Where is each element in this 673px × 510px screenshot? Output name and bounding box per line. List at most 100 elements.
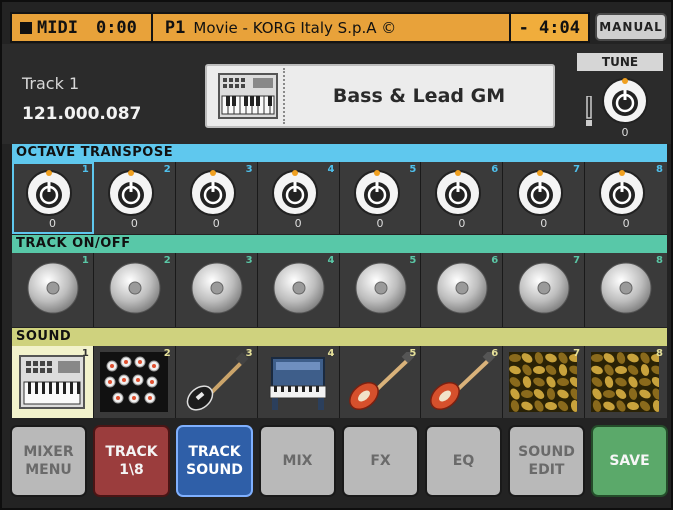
track-1-8-button[interactable]: TRACK 1\8 — [93, 425, 170, 497]
sound-slot-2[interactable]: 2 — [94, 346, 176, 418]
elapsed-time: 0:00 — [95, 17, 137, 38]
track-program-number: 121.000.087 — [22, 104, 142, 124]
channel-number: 4 — [327, 348, 335, 359]
octave-knob-cell-2[interactable]: 20 — [94, 162, 176, 234]
sound-slot-8[interactable]: 8 — [585, 346, 667, 418]
channel-number: 1 — [81, 164, 89, 175]
track-disc-icon — [436, 262, 488, 314]
track-disc-icon — [191, 262, 243, 314]
manual-button[interactable]: MANUAL — [595, 13, 667, 41]
track-toggle-6[interactable]: 6 — [421, 253, 504, 327]
sound-slot-6[interactable]: 6 — [421, 346, 504, 418]
octave-value: 0 — [48, 217, 56, 230]
track-toggle-4[interactable]: 4 — [258, 253, 340, 327]
channel-number: 5 — [409, 164, 417, 175]
electric-guitar-icon — [186, 352, 249, 411]
octave-transpose-row: 1020304050607080 — [12, 162, 667, 234]
mixer-menu-button[interactable]: MIXER MENU — [10, 425, 87, 497]
tune-label: TUNE — [577, 53, 663, 71]
mixer-screen: MIDI 0:00 P1 Movie - KORG Italy S.p.A © … — [0, 0, 673, 510]
sound-selector[interactable]: Bass & Lead GM — [205, 64, 555, 128]
song-title[interactable]: Movie - KORG Italy S.p.A © — [193, 19, 396, 37]
keyboard-icon — [213, 68, 285, 124]
octave-knob-cell-5[interactable]: 50 — [340, 162, 422, 234]
channel-number: 1 — [81, 255, 89, 266]
channel-number: 5 — [409, 255, 417, 266]
octave-knob-2[interactable] — [106, 168, 156, 218]
octave-knob-cell-3[interactable]: 30 — [176, 162, 258, 234]
sound-slot-1[interactable]: 1 — [12, 346, 94, 418]
octave-value: 0 — [212, 217, 220, 230]
track-toggle-8[interactable]: 8 — [585, 253, 667, 327]
channel-number: 2 — [163, 164, 171, 175]
sound-header: SOUND — [12, 328, 667, 346]
octave-knob-4[interactable] — [270, 168, 320, 218]
organ-icon — [269, 357, 327, 410]
track-sound-button[interactable]: TRACK SOUND — [176, 425, 253, 497]
octave-knob-6[interactable] — [433, 168, 483, 218]
track-toggle-7[interactable]: 7 — [503, 253, 586, 327]
tune-knob[interactable] — [600, 76, 650, 126]
save-button[interactable]: SAVE — [591, 425, 668, 497]
octave-transpose-header: OCTAVE TRANSPOSE — [12, 144, 667, 162]
sound-slot-3[interactable]: 3 — [176, 346, 258, 418]
sound-edit-button[interactable]: SOUND EDIT — [508, 425, 585, 497]
track-disc-icon — [355, 262, 406, 314]
octave-knob-1[interactable] — [24, 168, 74, 218]
bass-guitar-icon — [430, 352, 496, 411]
channel-number: 3 — [245, 348, 253, 359]
channel-number: 1 — [81, 348, 89, 359]
track-onoff-header: TRACK ON/OFF — [12, 235, 667, 253]
octave-value: 0 — [376, 217, 384, 230]
track-disc-icon — [273, 262, 325, 314]
channel-number: 5 — [409, 348, 417, 359]
octave-knob-cell-6[interactable]: 60 — [421, 162, 504, 234]
channel-number: 7 — [573, 255, 581, 266]
octave-value: 0 — [458, 217, 466, 230]
channel-number: 6 — [491, 348, 499, 359]
sound-slot-4[interactable]: 4 — [258, 346, 340, 418]
bass-guitar-icon — [348, 352, 414, 411]
bottom-button-bar: MIXER MENU TRACK 1\8 TRACK SOUND MIX FX EQ SOU… — [10, 425, 670, 501]
track-toggle-5[interactable]: 5 — [340, 253, 422, 327]
midi-indicator-icon — [20, 21, 32, 34]
pad-texture-icon — [509, 352, 578, 412]
channel-number: 7 — [573, 164, 581, 175]
eq-button[interactable]: EQ — [425, 425, 502, 497]
tune-meter-icon — [586, 96, 592, 126]
fx-button[interactable]: FX — [342, 425, 419, 497]
status-bar: MIDI 0:00 P1 Movie - KORG Italy S.p.A © … — [10, 12, 590, 43]
track-disc-icon — [518, 262, 570, 314]
channel-number: 2 — [163, 255, 171, 266]
octave-value: 0 — [622, 217, 630, 230]
octave-knob-8[interactable] — [597, 168, 647, 218]
sound-row: 1 2 3 4 5 6 7 8 — [12, 346, 667, 418]
channel-number: 6 — [491, 164, 499, 175]
octave-knob-cell-8[interactable]: 80 — [585, 162, 667, 234]
track-toggle-2[interactable]: 2 — [94, 253, 176, 327]
sound-name: Bass & Lead GM — [332, 85, 506, 107]
octave-knob-3[interactable] — [188, 168, 238, 218]
channel-number: 7 — [573, 348, 581, 359]
track-toggle-1[interactable]: 1 — [12, 253, 94, 327]
octave-value: 0 — [540, 217, 548, 230]
sound-slot-7[interactable]: 7 — [503, 346, 586, 418]
octave-knob-7[interactable] — [515, 168, 565, 218]
octave-knob-cell-1[interactable]: 10 — [12, 162, 94, 234]
octave-value: 0 — [294, 217, 302, 230]
program-number: P1 — [164, 17, 186, 38]
channel-number: 4 — [327, 164, 335, 175]
tune-value: 0 — [621, 126, 629, 139]
octave-knob-cell-7[interactable]: 70 — [503, 162, 586, 234]
drumkit-icon — [99, 352, 168, 412]
octave-knob-5[interactable] — [352, 168, 402, 218]
track-onoff-row: 1 2 3 4 5 6 7 8 — [12, 253, 667, 327]
remaining-time: - 4:04 — [508, 14, 588, 41]
channel-number: 8 — [656, 255, 663, 266]
mix-button[interactable]: MIX — [259, 425, 336, 497]
channel-number: 3 — [245, 164, 253, 175]
sound-slot-5[interactable]: 5 — [340, 346, 422, 418]
track-toggle-3[interactable]: 3 — [176, 253, 258, 327]
octave-knob-cell-4[interactable]: 40 — [258, 162, 340, 234]
channel-number: 8 — [656, 164, 663, 175]
